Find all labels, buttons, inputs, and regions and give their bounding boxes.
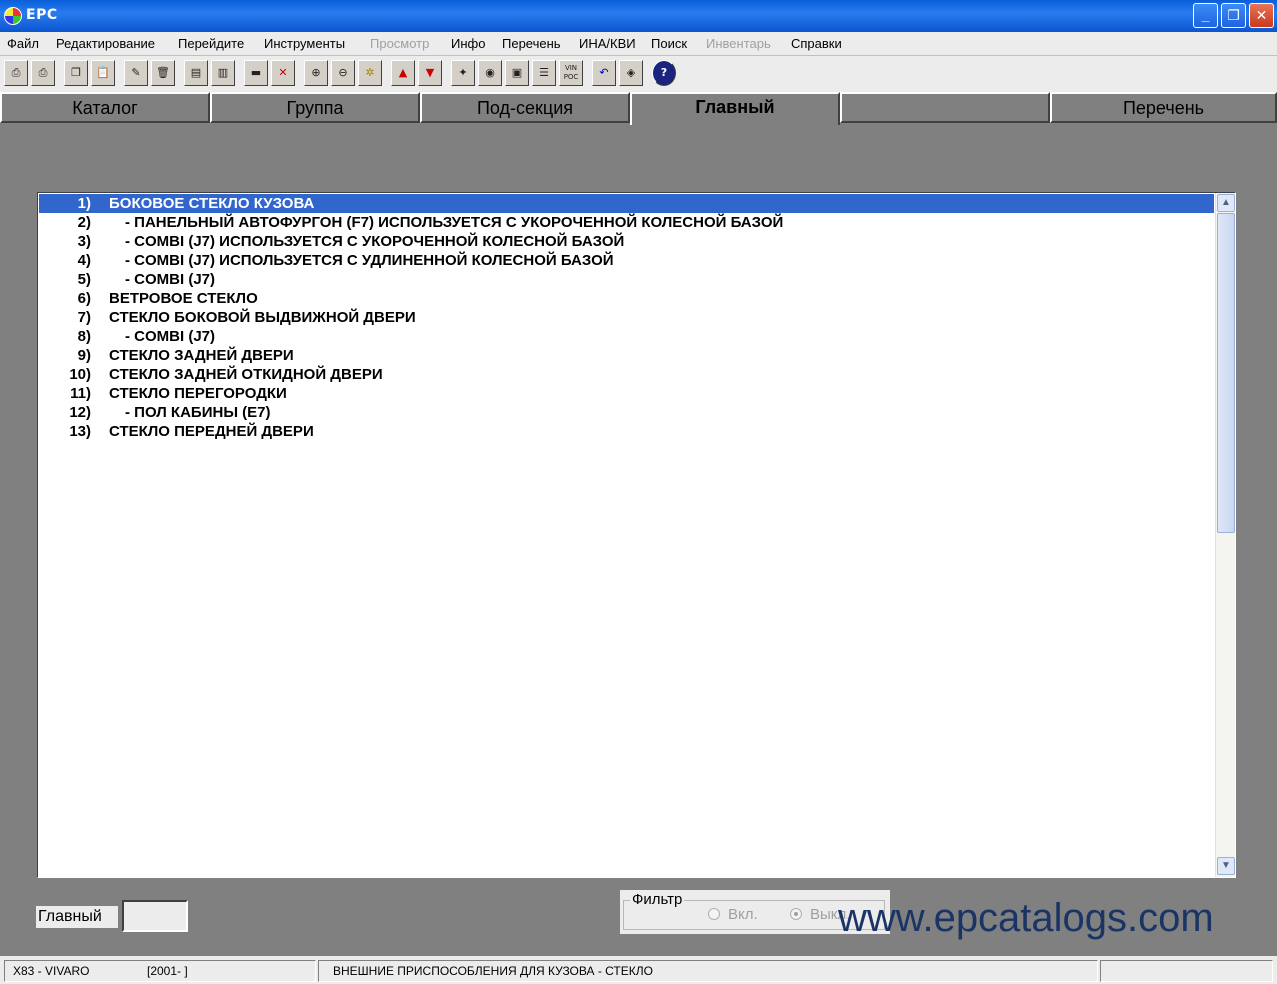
list-item[interactable]: 6) ВЕТРОВОЕ СТЕКЛО (39, 289, 1214, 308)
list-item[interactable]: 12) - ПОЛ КАБИНЫ (E7) (39, 403, 1214, 422)
maximize-button[interactable]: ❐ (1221, 3, 1246, 28)
parts-listbox[interactable]: 1) БОКОВОЕ СТЕКЛО КУЗОВА 2) - ПАНЕЛЬНЫЙ АВ… (37, 192, 1236, 878)
tab-catalog[interactable]: Каталог (0, 92, 210, 123)
tab-main[interactable]: Главный (630, 92, 840, 125)
list-item[interactable]: 7) СТЕКЛО БОКОВОЙ ВЫДВИЖНОЙ ДВЕРИ (39, 308, 1214, 327)
delete-icon[interactable]: 🗑 (151, 60, 175, 86)
help-icon[interactable]: ? (652, 60, 676, 86)
status-extra (1100, 960, 1273, 982)
menu-view[interactable]: Просмотр (370, 36, 429, 51)
main-number-label: Главный (36, 906, 118, 928)
scroll-thumb[interactable] (1217, 213, 1235, 533)
print-icon[interactable]: ⎙ (4, 60, 28, 86)
list-item[interactable]: 9) СТЕКЛО ЗАДНЕЙ ДВЕРИ (39, 346, 1214, 365)
window-title: EPC (26, 7, 58, 23)
status-model-panel: X83 - VIVARO [2001- ] (4, 960, 316, 982)
close-button[interactable]: ✕ (1249, 3, 1274, 28)
zoom-in-icon[interactable]: ⊕ (304, 60, 328, 86)
filter-on-label: Вкл. (728, 906, 758, 923)
list-item[interactable]: 2) - ПАНЕЛЬНЫЙ АВТОФУРГОН (F7) ИСПОЛЬЗУЕТ… (39, 213, 1214, 232)
tab-strip: Каталог Группа Под-секция Главный Перече… (0, 92, 1277, 125)
menu-help[interactable]: Справки (791, 36, 842, 51)
vin-icon[interactable]: VIN POC (559, 60, 583, 86)
edit-pencil-icon[interactable]: ✎ (124, 60, 148, 86)
warning-down-icon[interactable]: ▼ (418, 60, 442, 86)
list-item[interactable]: 5) - COMBI (J7) (39, 270, 1214, 289)
paste-icon[interactable]: 📋 (91, 60, 115, 86)
tab-empty[interactable] (840, 92, 1050, 123)
list-item[interactable]: 8) - COMBI (J7) (39, 327, 1214, 346)
filter-on-radio[interactable] (708, 908, 720, 920)
status-section: ВНЕШНИЕ ПРИСПОСОБЛЕНИЯ ДЛЯ КУЗОВА - СТЕК… (318, 960, 1098, 982)
menu-ina-kvi[interactable]: ИНА/КВИ (579, 36, 636, 51)
menu-list[interactable]: Перечень (502, 36, 561, 51)
title-bar: EPC _ ❐ ✕ (0, 0, 1277, 32)
menu-file[interactable]: Файл (7, 36, 39, 51)
undo-icon[interactable]: ↶ (592, 60, 616, 86)
scroll-up-icon[interactable]: ▲ (1217, 194, 1235, 212)
list-item[interactable]: 1) БОКОВОЕ СТЕКЛО КУЗОВА (39, 194, 1214, 213)
minimize-button[interactable]: _ (1193, 3, 1218, 28)
menu-tools[interactable]: Инструменты (264, 36, 345, 51)
tab-list[interactable]: Перечень (1050, 92, 1277, 123)
car-icon[interactable]: ▬ (244, 60, 268, 86)
flashlight-icon[interactable]: ✦ (451, 60, 475, 86)
no-car-icon[interactable]: ✕ (271, 60, 295, 86)
menu-search[interactable]: Поиск (651, 36, 687, 51)
status-model: X83 - VIVARO (13, 964, 90, 978)
tab-group[interactable]: Группа (210, 92, 420, 123)
toolbar: ⎙ ⎙ ❐ 📋 ✎ 🗑 ▤ ▥ ▬ ✕ ⊕ ⊖ ✲ ▲ ▼ ✦ ◉ ▣ ☰ VI… (0, 56, 1277, 92)
scroll-down-icon[interactable]: ▼ (1217, 857, 1235, 875)
zoom-out-icon[interactable]: ⊖ (331, 60, 355, 86)
copy-icon[interactable]: ❐ (64, 60, 88, 86)
monitor-icon[interactable]: ▣ (505, 60, 529, 86)
menu-edit[interactable]: Редактирование (56, 36, 155, 51)
list-item[interactable]: 11) СТЕКЛО ПЕРЕГОРОДКИ (39, 384, 1214, 403)
tab-subsection[interactable]: Под-секция (420, 92, 630, 123)
zoom-fit-icon[interactable]: ✲ (358, 60, 382, 86)
status-years: [2001- ] (147, 964, 188, 978)
app-cd-icon (4, 7, 22, 25)
list-icon[interactable]: ☰ (532, 60, 556, 86)
watermark-text: www.epcatalogs.com (838, 896, 1214, 940)
print-preview-icon[interactable]: ⎙ (31, 60, 55, 86)
menu-bar: Файл Редактирование Перейдите Инструмент… (0, 32, 1277, 56)
warning-up-icon[interactable]: ▲ (391, 60, 415, 86)
main-number-field[interactable] (122, 900, 188, 932)
menu-inventory[interactable]: Инвентарь (706, 36, 771, 51)
cd-icon[interactable]: ◉ (478, 60, 502, 86)
menu-info[interactable]: Инфо (451, 36, 485, 51)
list-item[interactable]: 13) СТЕКЛО ПЕРЕДНЕЙ ДВЕРИ (39, 422, 1214, 441)
book-icon[interactable]: ▥ (211, 60, 235, 86)
layers-icon[interactable]: ◈ (619, 60, 643, 86)
filter-legend: Фильтр (630, 891, 685, 908)
list-item[interactable]: 3) - COMBI (J7) ИСПОЛЬЗУЕТСЯ С УКОРОЧЕННО… (39, 232, 1214, 251)
list-item[interactable]: 10) СТЕКЛО ЗАДНЕЙ ОТКИДНОЙ ДВЕРИ (39, 365, 1214, 384)
menu-goto[interactable]: Перейдите (178, 36, 244, 51)
list-item[interactable]: 4) - COMBI (J7) ИСПОЛЬЗУЕТСЯ С УДЛИНЕННОЙ… (39, 251, 1214, 270)
status-bar: X83 - VIVARO [2001- ] ВНЕШНИЕ ПРИСПОСОБЛ… (0, 956, 1277, 984)
vertical-scrollbar[interactable]: ▲ ▼ (1215, 193, 1235, 877)
filter-off-radio[interactable] (790, 908, 802, 920)
document-icon[interactable]: ▤ (184, 60, 208, 86)
